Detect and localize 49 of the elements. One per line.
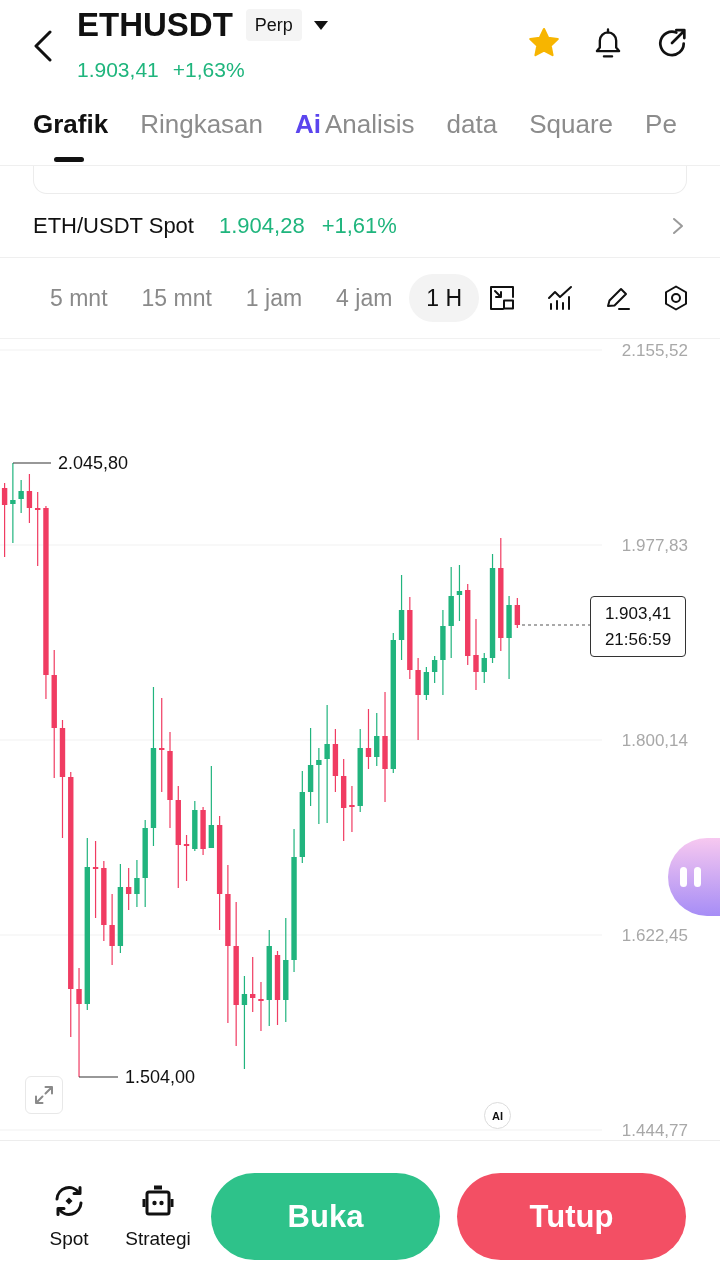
back-icon[interactable] [33,30,53,62]
high-price-label: 2.045,80 [58,453,129,473]
price-axis-label: 1.444,77 [621,1121,688,1140]
last-price-line [521,624,591,626]
fullscreen-button[interactable] [25,1076,63,1114]
low-price-leader-line [78,1076,119,1078]
caret-icon[interactable] [313,20,328,30]
bell-icon[interactable] [594,27,622,59]
window-resize-icon[interactable] [489,285,515,311]
low-price-label: 1.504,00 [125,1067,196,1087]
tab[interactable]: Ringkasan [140,100,263,165]
expand-icon [34,1085,54,1105]
spot-price: 1.904,28 [219,212,305,239]
circular-arrow-icon[interactable] [656,27,688,59]
candle-countdown: 21:56:59 [604,628,672,651]
robot-icon [141,1183,175,1218]
ai-button[interactable]: AI [484,1102,511,1129]
price-axis-label: 2.155,52 [621,341,688,360]
last-price-value: 1.903,41 [604,602,672,625]
open-position-button[interactable]: Buka [211,1173,440,1260]
price-axis-label: 1.977,83 [621,536,688,555]
timeframe-option[interactable]: 15 mnt [124,274,229,322]
timeframe-option[interactable]: 5 mnt [33,274,125,322]
spot-button[interactable]: Spot [33,1183,105,1250]
timeframe-option[interactable]: 1 H [409,274,480,322]
pencil-icon[interactable] [605,285,631,311]
tab[interactable]: Ai Analisis [295,100,415,165]
assistant-bubble-icon[interactable] [668,838,720,916]
price-change: +1,63% [172,57,245,83]
tab[interactable]: Pe [645,100,677,165]
pair-title: ETHUSDT [77,5,233,45]
tab[interactable]: Grafik [33,100,109,165]
high-price-leader-line [12,462,52,464]
spot-pair-label[interactable]: ETH/USDT Spot [33,212,194,239]
tab[interactable]: data [446,100,498,165]
price-axis-label: 1.800,14 [621,731,688,750]
timeframe-option[interactable]: 1 jam [228,274,320,322]
last-price: 1.903,41 [77,57,159,83]
contract-type-selector[interactable]: Perp [245,9,302,41]
star-icon[interactable] [528,27,560,59]
strategy-button[interactable]: Strategi [122,1183,194,1250]
settings-icon[interactable] [663,285,689,311]
spot-price-change: +1,61% [321,212,397,239]
chart-indicator-icon[interactable] [547,285,573,311]
chevron-right-icon[interactable] [672,216,684,235]
close-position-button[interactable]: Tutup [457,1173,686,1260]
timeframe-option[interactable]: 4 jam [319,274,410,322]
tab[interactable]: Square [529,100,614,165]
price-axis-label: 1.622,45 [621,926,688,945]
